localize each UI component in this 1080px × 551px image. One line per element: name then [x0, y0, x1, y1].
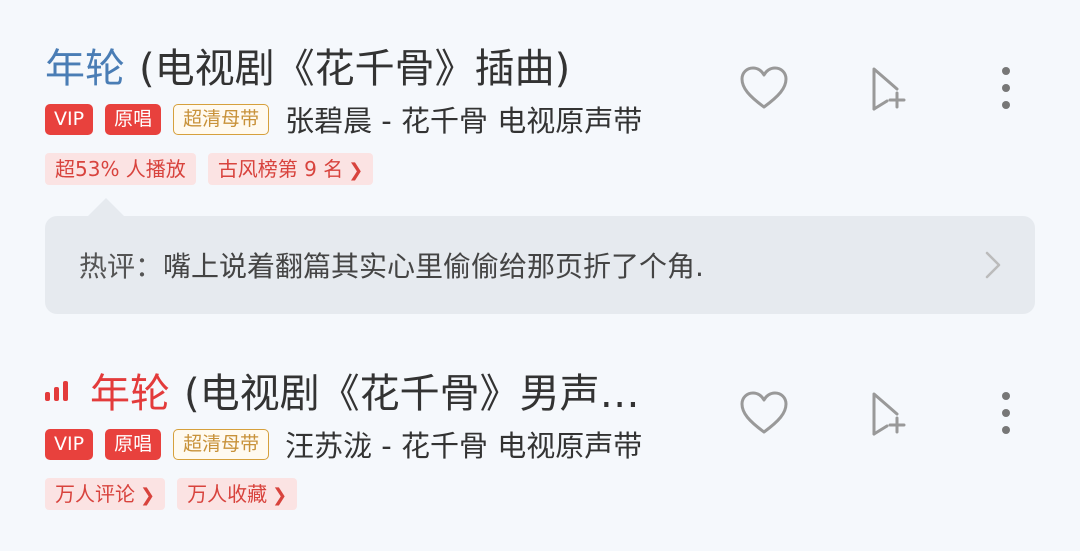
heart-outline-icon [740, 391, 788, 434]
hot-comment[interactable]: 热评： 嘴上说着翻篇其实心里偷偷给那页折了个角. [45, 216, 1035, 314]
like-button[interactable] [734, 58, 794, 118]
chevron-right-icon: ❯ [348, 160, 364, 181]
add-to-playlist-icon [872, 67, 906, 111]
song-tags: 万人评论 ❯ 万人收藏 ❯ [45, 477, 309, 511]
more-vertical-icon [1002, 392, 1010, 434]
more-button[interactable] [976, 58, 1036, 118]
tag-label: 万人评论 [55, 482, 135, 506]
chevron-right-icon: ❯ [272, 485, 288, 506]
chevron-right-icon: ❯ [140, 485, 156, 506]
song-actions [0, 58, 1080, 118]
more-button[interactable] [976, 383, 1036, 443]
more-vertical-icon [1002, 67, 1010, 109]
tag-label: 万人收藏 [187, 482, 268, 506]
tag-favorites[interactable]: 万人收藏 ❯ [177, 478, 298, 510]
add-to-playlist-icon [872, 392, 906, 436]
tag-play-share: 超53% 人播放 [45, 153, 196, 185]
like-button[interactable] [734, 383, 794, 443]
add-to-playlist-button[interactable] [856, 58, 916, 118]
add-to-playlist-button[interactable] [856, 383, 916, 443]
hot-comment-label: 热评： [79, 250, 164, 283]
heart-outline-icon [740, 66, 788, 109]
song-tags: 超53% 人播放 古风榜第 9 名 ❯ [45, 152, 385, 186]
hot-comment-text: 嘴上说着翻篇其实心里偷偷给那页折了个角. [163, 250, 704, 283]
song-actions [0, 383, 1080, 443]
tag-chart-rank[interactable]: 古风榜第 9 名 ❯ [207, 153, 374, 185]
comment-pointer [88, 198, 124, 216]
chevron-right-icon [985, 251, 1001, 279]
tag-comments[interactable]: 万人评论 ❯ [45, 478, 166, 510]
tag-label: 古风榜第 9 名 [217, 157, 344, 181]
